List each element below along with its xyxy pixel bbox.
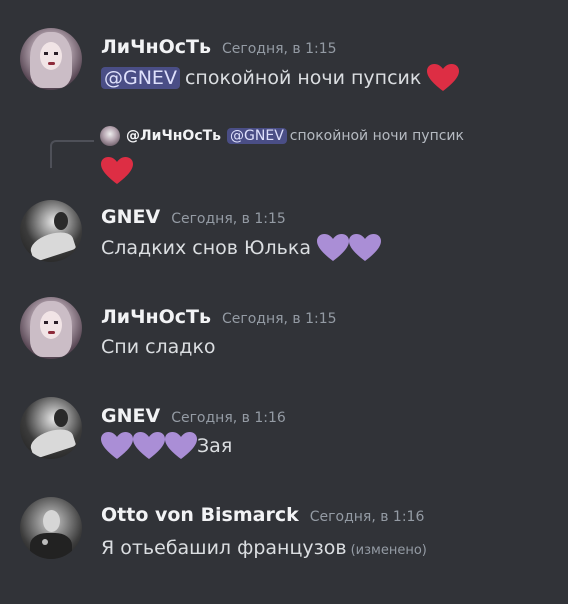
message-content: @GNEV спокойной ночи пупсик xyxy=(101,64,460,92)
message-header: GNEV Сегодня, в 1:16 xyxy=(101,405,286,427)
message-content: Зая xyxy=(101,432,232,460)
message-header: ЛиЧнОсТь Сегодня, в 1:15 xyxy=(101,306,337,328)
red-heart-icon xyxy=(101,157,133,184)
message-content: Я отьебашил французов (изменено) xyxy=(101,537,427,559)
message-header: ЛиЧнОсТь Сегодня, в 1:15 xyxy=(101,36,337,58)
author-name[interactable]: ЛиЧнОсТь xyxy=(101,36,211,58)
message-text: Сладких снов Юлька xyxy=(101,237,312,259)
red-heart-icon xyxy=(427,64,460,91)
reply-author[interactable]: @ЛиЧнОсТь xyxy=(126,128,221,144)
timestamp: Сегодня, в 1:15 xyxy=(221,311,337,327)
timestamp: Сегодня, в 1:16 xyxy=(309,509,425,525)
user-avatar[interactable] xyxy=(20,200,82,262)
message-text: Зая xyxy=(197,435,233,457)
timestamp: Сегодня, в 1:16 xyxy=(171,410,286,426)
author-name[interactable]: GNEV xyxy=(101,405,160,427)
message-header: GNEV Сегодня, в 1:15 xyxy=(101,206,286,228)
message-header: Otto von Bismarck Сегодня, в 1:16 xyxy=(101,504,424,526)
user-mention[interactable]: @GNEV xyxy=(101,67,180,89)
user-avatar[interactable] xyxy=(20,497,82,559)
timestamp: Сегодня, в 1:15 xyxy=(171,211,286,227)
user-avatar[interactable] xyxy=(20,28,82,90)
edited-label: (изменено) xyxy=(350,543,427,558)
purple-heart-icon xyxy=(165,432,197,459)
timestamp: Сегодня, в 1:15 xyxy=(221,41,337,57)
purple-heart-icon xyxy=(133,432,165,459)
message-content: Сладких снов Юлька xyxy=(101,234,382,262)
user-avatar[interactable] xyxy=(20,397,82,459)
reply-text: спокойной ночи пупсик xyxy=(289,128,464,144)
reply-connector xyxy=(50,140,94,168)
purple-heart-icon xyxy=(317,234,350,261)
reply-mention[interactable]: @GNEV xyxy=(227,128,287,144)
purple-heart-icon xyxy=(349,234,382,261)
author-name[interactable]: ЛиЧнОсТь xyxy=(101,306,211,328)
message-text: Я отьебашил французов xyxy=(101,537,347,559)
purple-heart-icon xyxy=(101,432,133,459)
reply-avatar xyxy=(100,126,120,146)
user-avatar[interactable] xyxy=(20,297,82,359)
message-content: Спи сладко xyxy=(101,336,216,358)
message-text: Спи сладко xyxy=(101,336,216,358)
message-text: спокойной ночи пупсик xyxy=(184,67,422,89)
author-name[interactable]: GNEV xyxy=(101,206,160,228)
reply-reference[interactable]: @ЛиЧнОсТь @GNEV спокойной ночи пупсик xyxy=(100,126,464,146)
author-name[interactable]: Otto von Bismarck xyxy=(101,504,299,526)
